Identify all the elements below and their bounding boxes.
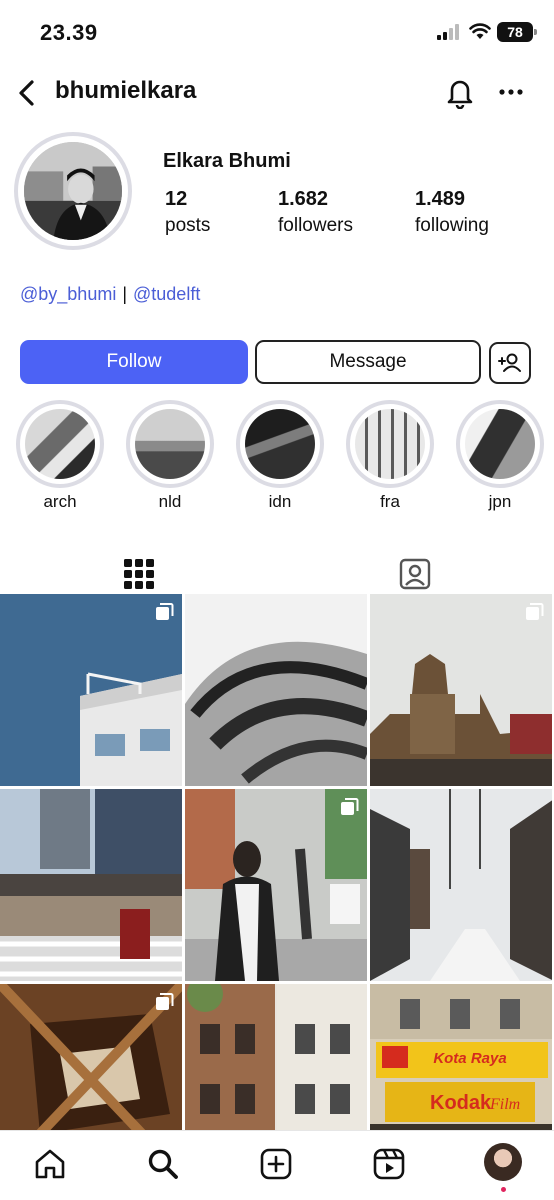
signal-icon: [437, 24, 459, 40]
wifi-icon: [469, 23, 491, 39]
kodak-film-text: Film: [489, 1096, 520, 1113]
post-image: [185, 984, 367, 1130]
post-image: [185, 789, 367, 981]
suggested-users-button[interactable]: [489, 342, 531, 384]
grid-icon[interactable]: [121, 556, 157, 592]
post-image: Kota Raya Kodak Film: [370, 984, 552, 1130]
following-stat[interactable]: 1.489 following: [415, 188, 489, 237]
home-icon[interactable]: [33, 1147, 67, 1181]
followers-label: followers: [278, 215, 353, 236]
highlight-cover: [465, 409, 535, 479]
bottom-nav: [0, 1130, 554, 1200]
highlight-ring: [346, 400, 434, 488]
bio-links: @by_bhumi | @tudelft: [20, 284, 200, 305]
following-label: following: [415, 215, 489, 236]
post-image: [0, 594, 182, 786]
post-tile-kodak[interactable]: Kota Raya Kodak Film: [370, 984, 552, 1130]
highlight-arch[interactable]: arch: [16, 400, 104, 512]
carousel-icon: [341, 798, 359, 815]
battery-indicator: 78: [497, 22, 537, 42]
post-image: [0, 789, 182, 981]
create-icon[interactable]: [259, 1147, 293, 1181]
posts-count: 12: [165, 188, 188, 210]
carousel-icon: [156, 603, 174, 620]
post-grid: Kota Raya Kodak Film: [0, 594, 554, 1130]
profile-avatar-tab[interactable]: [484, 1143, 522, 1181]
highlight-ring: [456, 400, 544, 488]
highlight-cover: [355, 409, 425, 479]
message-button[interactable]: Message: [255, 340, 481, 384]
highlight-idn[interactable]: idn: [236, 400, 324, 512]
username: bhumielkara: [55, 77, 197, 104]
post-image: [185, 594, 367, 786]
carousel-icon: [526, 603, 544, 620]
post-tile[interactable]: [185, 594, 367, 786]
bell-icon[interactable]: [444, 75, 476, 109]
highlight-cover: [135, 409, 205, 479]
highlight-jpn[interactable]: jpn: [456, 400, 544, 512]
highlight-ring: [236, 400, 324, 488]
post-tile[interactable]: [0, 789, 182, 981]
highlight-label: arch: [43, 492, 77, 511]
bio-link-by-bhumi[interactable]: @by_bhumi: [20, 284, 116, 304]
posts-label: posts: [165, 215, 211, 236]
bio-separator: |: [122, 284, 128, 304]
display-name: Elkara Bhumi: [163, 150, 291, 172]
post-tile[interactable]: [185, 984, 367, 1130]
highlight-cover: [25, 409, 95, 479]
profile-header: bhumielkara: [0, 62, 554, 122]
back-icon[interactable]: [12, 76, 42, 110]
banner-text: Kota Raya: [433, 1050, 506, 1067]
post-tile[interactable]: [0, 984, 182, 1130]
posts-stat[interactable]: 12 posts: [165, 188, 210, 237]
followers-count: 1.682: [278, 188, 329, 210]
highlight-nld[interactable]: nld: [126, 400, 214, 512]
post-tile[interactable]: [185, 789, 367, 981]
post-image: [370, 789, 552, 981]
status-time: 23.39: [40, 20, 98, 45]
highlight-fra[interactable]: fra: [346, 400, 434, 512]
follow-button[interactable]: Follow: [20, 340, 248, 384]
notification-dot: [501, 1187, 506, 1192]
highlight-label: fra: [380, 492, 400, 511]
highlight-label: jpn: [488, 492, 512, 511]
highlight-ring: [126, 400, 214, 488]
followers-stat[interactable]: 1.682 followers: [278, 188, 353, 237]
bio-link-tudelft[interactable]: @tudelft: [133, 284, 200, 304]
status-bar: 23.39 78: [0, 0, 554, 62]
following-count: 1.489: [415, 188, 466, 210]
avatar-illustration: [24, 142, 122, 240]
highlight-cover: [245, 409, 315, 479]
highlight-ring: [16, 400, 104, 488]
more-options-icon[interactable]: [497, 80, 525, 104]
highlight-label: nld: [158, 492, 182, 511]
carousel-icon: [156, 993, 174, 1010]
tagged-icon[interactable]: [397, 556, 433, 592]
kodak-logo-text: Kodak: [430, 1092, 492, 1114]
post-tile[interactable]: [0, 594, 182, 786]
add-person-icon: [498, 353, 521, 372]
avatar-photo: [24, 142, 122, 240]
profile-avatar[interactable]: [14, 132, 132, 250]
post-tile[interactable]: [370, 789, 552, 981]
reels-icon[interactable]: [372, 1147, 406, 1181]
search-icon[interactable]: [146, 1147, 180, 1181]
post-image: [370, 594, 552, 786]
post-tile[interactable]: [370, 594, 552, 786]
highlight-label: idn: [268, 492, 292, 511]
